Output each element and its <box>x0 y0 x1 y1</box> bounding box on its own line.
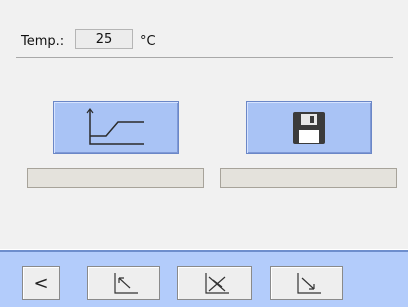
temperature-profile-icon <box>86 107 144 145</box>
save-progress-bar <box>220 168 397 188</box>
temperature-label: Temp.: <box>21 34 65 49</box>
ramp-down-right-icon <box>296 273 321 294</box>
floppy-disk-icon <box>293 111 325 144</box>
temperature-field[interactable]: 25 <box>75 29 133 49</box>
profile-progress-bar <box>27 168 204 188</box>
temperature-profile-button[interactable] <box>53 101 179 154</box>
ramp-up-left-icon <box>113 273 138 294</box>
cancel-ramp-button[interactable] <box>177 266 252 300</box>
back-button[interactable]: < <box>22 266 60 300</box>
main-panel: Temp.: 25 °C <box>0 0 408 249</box>
back-arrow-label: < <box>33 272 49 294</box>
cancel-ramp-icon <box>204 273 229 294</box>
separator <box>16 57 393 58</box>
save-button[interactable] <box>246 101 372 154</box>
ramp-up-button[interactable] <box>87 266 160 300</box>
temperature-unit: °C <box>140 34 156 49</box>
ramp-down-button[interactable] <box>270 266 343 300</box>
